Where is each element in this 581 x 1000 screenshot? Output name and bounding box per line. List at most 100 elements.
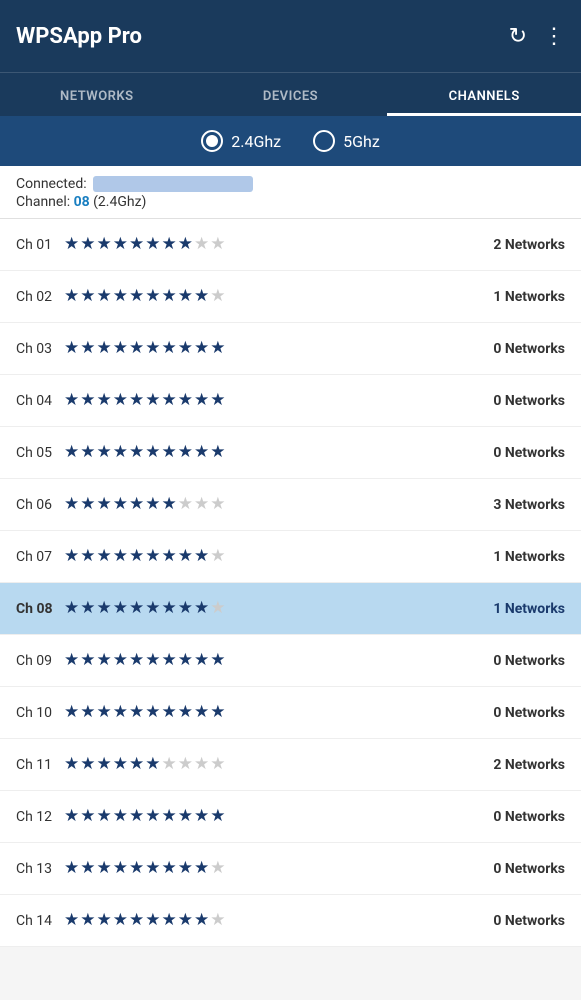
app-container: WPSApp Pro ↻ ⋮ NETWORKS DEVICES CHANNELS…	[0, 0, 581, 947]
channel-row[interactable]: Ch 12★★★★★★★★★★0 Networks	[0, 791, 581, 843]
star-filled: ★	[129, 704, 144, 721]
channel-row[interactable]: Ch 11★★★★★★★★★★2 Networks	[0, 739, 581, 791]
star-filled: ★	[97, 236, 112, 253]
star-filled: ★	[145, 756, 160, 773]
star-filled: ★	[97, 704, 112, 721]
channel-label-ch14: Ch 14	[16, 913, 64, 929]
channel-row[interactable]: Ch 04★★★★★★★★★★0 Networks	[0, 375, 581, 427]
star-filled: ★	[129, 444, 144, 461]
star-filled: ★	[64, 600, 79, 617]
star-filled: ★	[129, 652, 144, 669]
star-empty: ★	[194, 756, 209, 773]
star-filled: ★	[113, 912, 128, 929]
channel-row[interactable]: Ch 14★★★★★★★★★★0 Networks	[0, 895, 581, 947]
networks-count-ch03: 0 Networks	[465, 341, 565, 357]
channel-row[interactable]: Ch 13★★★★★★★★★★0 Networks	[0, 843, 581, 895]
star-filled: ★	[80, 548, 95, 565]
more-options-icon[interactable]: ⋮	[543, 24, 565, 49]
star-filled: ★	[194, 600, 209, 617]
star-filled: ★	[113, 756, 128, 773]
star-filled: ★	[178, 808, 193, 825]
star-filled: ★	[145, 860, 160, 877]
star-filled: ★	[162, 912, 177, 929]
star-filled: ★	[178, 652, 193, 669]
networks-count-ch01: 2 Networks	[465, 237, 565, 253]
frequency-selector: 2.4Ghz 5Ghz	[0, 116, 581, 166]
star-filled: ★	[194, 860, 209, 877]
star-filled: ★	[97, 600, 112, 617]
channel-label-ch07: Ch 07	[16, 549, 64, 565]
star-filled: ★	[194, 288, 209, 305]
star-filled: ★	[129, 236, 144, 253]
stars-ch02: ★★★★★★★★★★	[64, 288, 465, 305]
star-filled: ★	[80, 600, 95, 617]
star-filled: ★	[97, 808, 112, 825]
channel-row[interactable]: Ch 05★★★★★★★★★★0 Networks	[0, 427, 581, 479]
star-filled: ★	[113, 808, 128, 825]
star-filled: ★	[194, 704, 209, 721]
star-filled: ★	[129, 288, 144, 305]
star-filled: ★	[64, 756, 79, 773]
channel-row[interactable]: Ch 03★★★★★★★★★★0 Networks	[0, 323, 581, 375]
star-filled: ★	[97, 444, 112, 461]
channel-row[interactable]: Ch 08★★★★★★★★★★1 Networks	[0, 583, 581, 635]
networks-count-ch06: 3 Networks	[465, 497, 565, 513]
channel-row[interactable]: Ch 02★★★★★★★★★★1 Networks	[0, 271, 581, 323]
refresh-icon[interactable]: ↻	[509, 24, 527, 49]
radio-5ghz[interactable]	[313, 130, 335, 152]
star-filled: ★	[162, 392, 177, 409]
star-filled: ★	[64, 496, 79, 513]
star-empty: ★	[210, 860, 225, 877]
ssid-value	[93, 176, 253, 192]
channel-row[interactable]: Ch 09★★★★★★★★★★0 Networks	[0, 635, 581, 687]
channel-label-ch11: Ch 11	[16, 757, 64, 773]
networks-count-ch09: 0 Networks	[465, 653, 565, 669]
star-filled: ★	[97, 288, 112, 305]
channel-label-ch02: Ch 02	[16, 289, 64, 305]
star-filled: ★	[80, 236, 95, 253]
channel-label-ch12: Ch 12	[16, 809, 64, 825]
star-filled: ★	[210, 808, 225, 825]
star-filled: ★	[145, 392, 160, 409]
star-filled: ★	[194, 912, 209, 929]
star-filled: ★	[129, 548, 144, 565]
star-filled: ★	[162, 704, 177, 721]
freq-5ghz-option[interactable]: 5Ghz	[313, 130, 380, 152]
star-empty: ★	[210, 756, 225, 773]
tab-channels[interactable]: CHANNELS	[387, 73, 581, 116]
tab-bar: NETWORKS DEVICES CHANNELS	[0, 72, 581, 116]
star-filled: ★	[113, 288, 128, 305]
star-filled: ★	[113, 392, 128, 409]
star-filled: ★	[80, 860, 95, 877]
star-filled: ★	[129, 912, 144, 929]
star-filled: ★	[162, 548, 177, 565]
channel-list: Ch 01★★★★★★★★★★2 NetworksCh 02★★★★★★★★★★…	[0, 219, 581, 947]
freq-2ghz-option[interactable]: 2.4Ghz	[201, 130, 281, 152]
star-filled: ★	[210, 340, 225, 357]
star-empty: ★	[178, 756, 193, 773]
star-empty: ★	[210, 236, 225, 253]
star-filled: ★	[162, 652, 177, 669]
channel-label-ch03: Ch 03	[16, 341, 64, 357]
radio-2ghz[interactable]	[201, 130, 223, 152]
star-filled: ★	[80, 340, 95, 357]
stars-ch03: ★★★★★★★★★★	[64, 340, 465, 357]
star-filled: ★	[194, 652, 209, 669]
star-filled: ★	[194, 340, 209, 357]
tab-networks[interactable]: NETWORKS	[0, 73, 194, 116]
channel-row[interactable]: Ch 01★★★★★★★★★★2 Networks	[0, 219, 581, 271]
star-filled: ★	[178, 236, 193, 253]
star-filled: ★	[64, 444, 79, 461]
stars-ch09: ★★★★★★★★★★	[64, 652, 465, 669]
channel-row[interactable]: Ch 06★★★★★★★★★★3 Networks	[0, 479, 581, 531]
star-filled: ★	[129, 496, 144, 513]
star-filled: ★	[64, 860, 79, 877]
stars-ch12: ★★★★★★★★★★	[64, 808, 465, 825]
channel-label-ch09: Ch 09	[16, 653, 64, 669]
tab-devices[interactable]: DEVICES	[194, 73, 388, 116]
networks-count-ch05: 0 Networks	[465, 445, 565, 461]
channel-row[interactable]: Ch 10★★★★★★★★★★0 Networks	[0, 687, 581, 739]
star-empty: ★	[162, 756, 177, 773]
channel-row[interactable]: Ch 07★★★★★★★★★★1 Networks	[0, 531, 581, 583]
star-empty: ★	[194, 496, 209, 513]
